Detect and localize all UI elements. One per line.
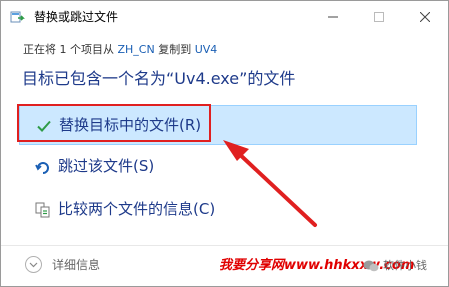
wechat-account-label: 软件小钱	[383, 259, 427, 272]
footer-divider	[1, 245, 448, 246]
replace-or-skip-dialog: 替换或跳过文件 正在将 1 个项目从 ZH_CN 复制到 UV4 目标已包含一个…	[0, 0, 449, 287]
chevron-down-icon	[29, 262, 38, 268]
wechat-icon	[363, 260, 379, 272]
details-label: 详细信息	[52, 258, 101, 272]
details-circle	[25, 256, 42, 273]
annotation-arrow	[223, 140, 317, 227]
